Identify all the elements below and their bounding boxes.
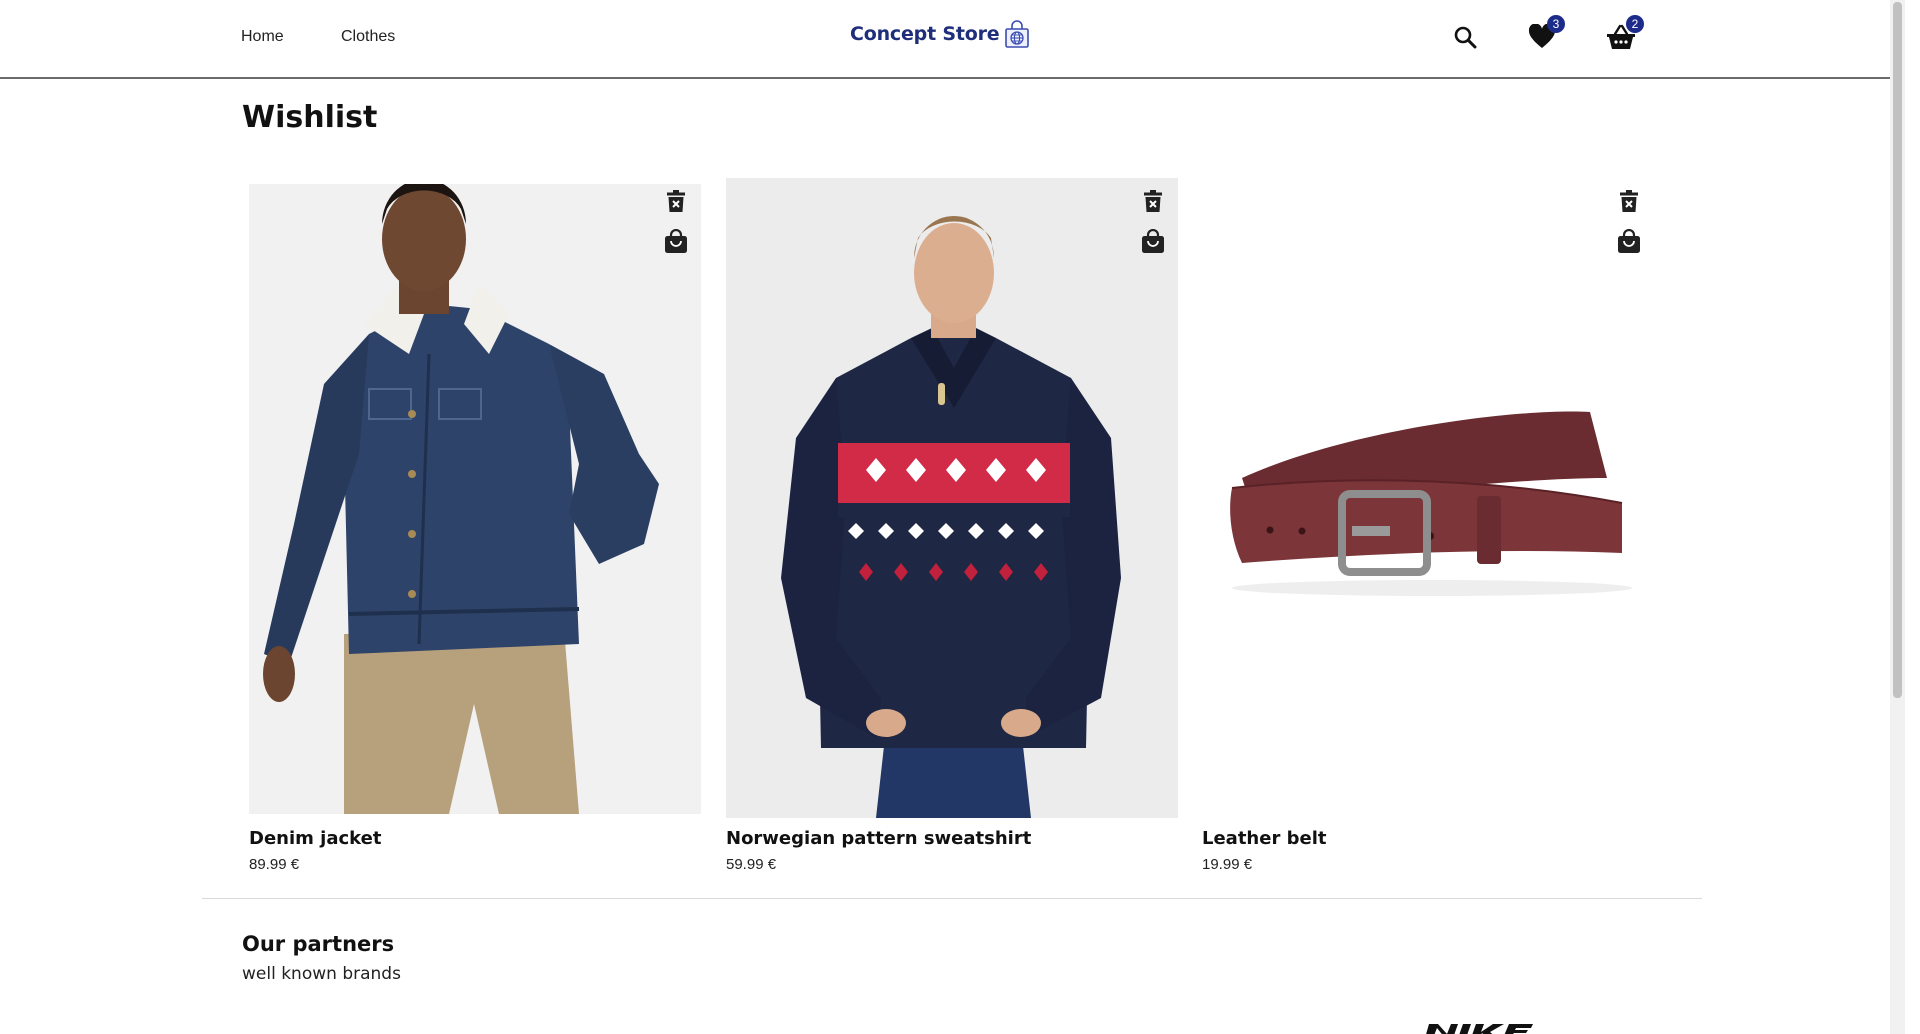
shopping-bag-globe-icon: [1004, 20, 1030, 48]
product-image[interactable]: [726, 178, 1178, 818]
nav-home-link[interactable]: Home: [241, 28, 284, 46]
trash-x-icon: [1620, 189, 1638, 217]
product-name[interactable]: Denim jacket: [249, 828, 381, 849]
search-icon: [1453, 25, 1477, 54]
site-header: Home Clothes Concept Store 3 2: [0, 0, 1905, 79]
remove-from-wishlist-button[interactable]: [663, 189, 689, 217]
card-actions: [663, 189, 689, 258]
remove-from-wishlist-button[interactable]: [1616, 189, 1642, 217]
product-card[interactable]: Norwegian pattern sweatshirt 59.99 €: [726, 178, 1178, 878]
store-logo[interactable]: Concept Store: [850, 20, 1030, 48]
product-price: 59.99 €: [726, 856, 777, 873]
product-price: 19.99 €: [1202, 856, 1253, 873]
trash-x-icon: [667, 189, 685, 217]
card-actions: [1140, 189, 1166, 258]
product-card[interactable]: Leather belt 19.99 €: [1202, 178, 1654, 878]
product-price: 89.99 €: [249, 856, 300, 873]
shopping-bag-icon: [665, 228, 687, 258]
add-to-cart-button[interactable]: [1140, 228, 1166, 258]
wishlist-button[interactable]: 3: [1525, 15, 1565, 56]
wishlist-count-badge: 3: [1547, 15, 1565, 33]
remove-from-wishlist-button[interactable]: [1140, 189, 1166, 217]
partners-title: Our partners: [242, 932, 395, 956]
add-to-cart-button[interactable]: [663, 228, 689, 258]
product-image[interactable]: [249, 184, 701, 814]
vertical-scrollbar[interactable]: [1890, 0, 1905, 1034]
product-card[interactable]: Denim jacket 89.99 €: [249, 178, 701, 878]
product-image[interactable]: [1202, 178, 1654, 818]
partners-subtitle: well known brands: [242, 964, 401, 984]
card-actions: [1616, 189, 1642, 258]
cart-count-badge: 2: [1626, 15, 1644, 33]
trash-x-icon: [1144, 189, 1162, 217]
nav-clothes-link[interactable]: Clothes: [341, 28, 395, 46]
nike-logo[interactable]: [1425, 1024, 1550, 1034]
section-divider: [202, 898, 1702, 899]
scrollbar-thumb[interactable]: [1893, 2, 1902, 698]
product-name[interactable]: Leather belt: [1202, 828, 1326, 849]
page-title: Wishlist: [242, 100, 378, 135]
logo-text: Concept Store: [850, 23, 1000, 45]
shopping-bag-icon: [1618, 228, 1640, 258]
shopping-bag-icon: [1142, 228, 1164, 258]
search-button[interactable]: [1448, 22, 1482, 56]
page: Home Clothes Concept Store 3 2 Wishlist …: [0, 0, 1905, 1034]
cart-button[interactable]: 2: [1604, 15, 1644, 56]
product-name[interactable]: Norwegian pattern sweatshirt: [726, 828, 1031, 849]
add-to-cart-button[interactable]: [1616, 228, 1642, 258]
